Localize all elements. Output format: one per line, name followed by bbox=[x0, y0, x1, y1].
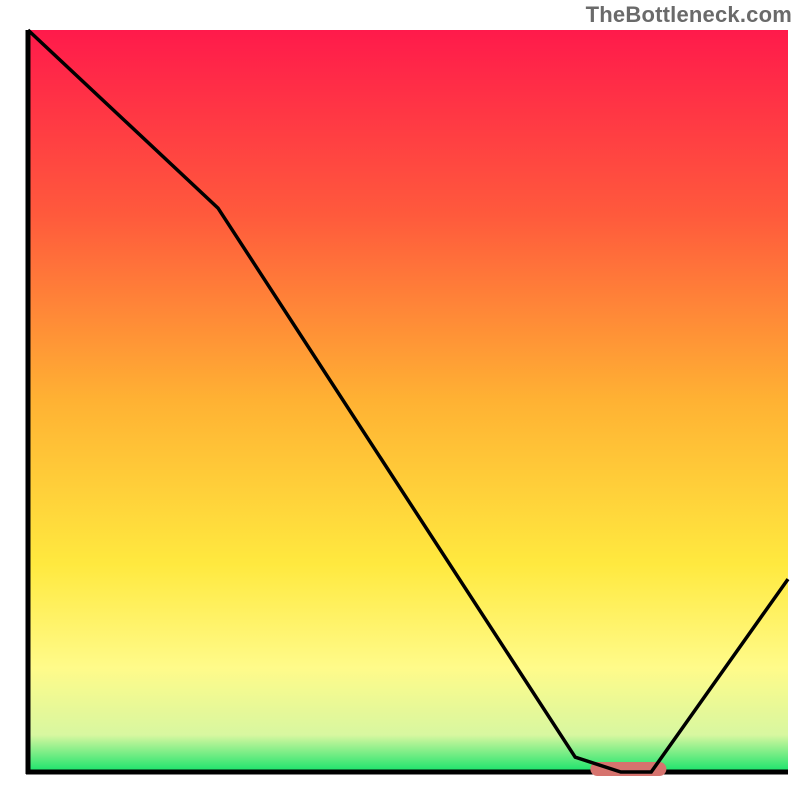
chart-container: TheBottleneck.com bbox=[0, 0, 800, 800]
plot-background bbox=[28, 30, 788, 772]
bottleneck-chart bbox=[0, 0, 800, 800]
watermark-text: TheBottleneck.com bbox=[586, 2, 792, 28]
